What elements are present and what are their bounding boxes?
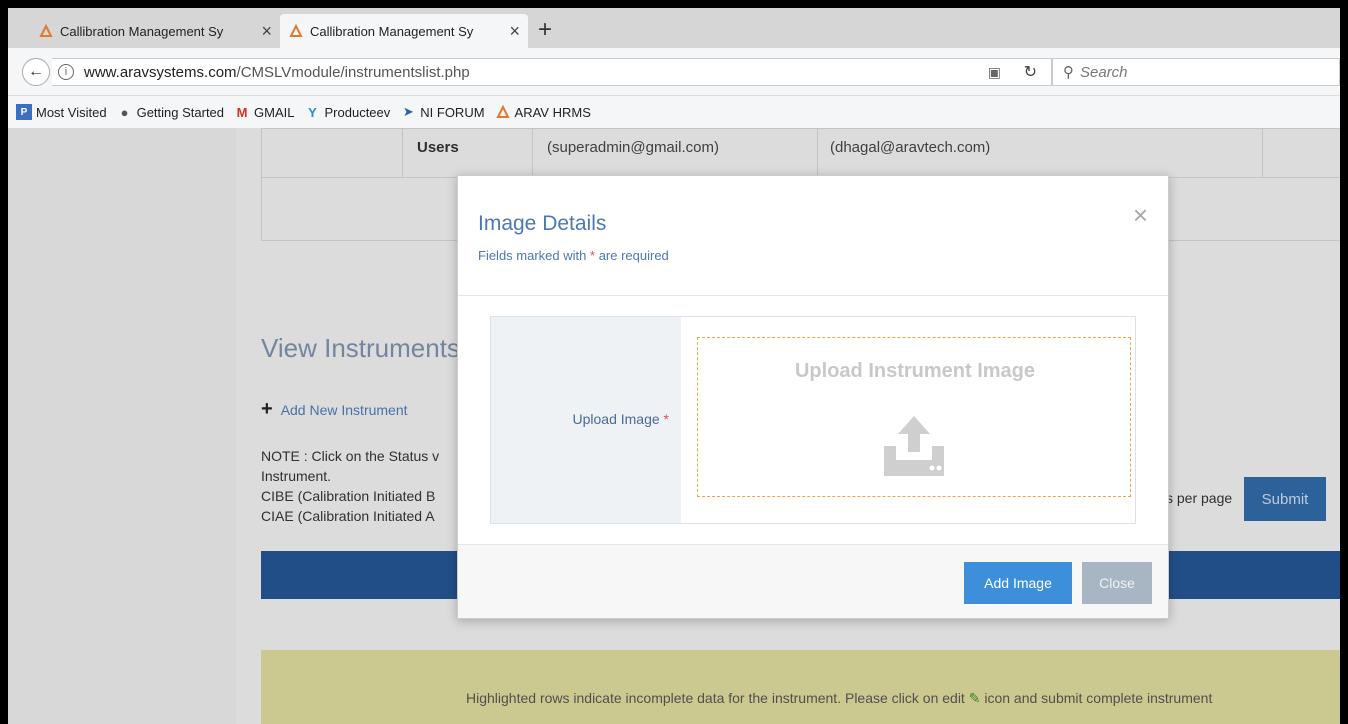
page: Users (superadmin@gmail.com) (dhagal@ara…	[8, 128, 1340, 724]
arav-favicon-icon	[495, 104, 511, 120]
reload-icon[interactable]: ↻	[1024, 62, 1037, 82]
back-arrow-icon[interactable]: ←	[22, 58, 50, 86]
image-dropzone[interactable]: Upload Instrument Image	[697, 337, 1131, 497]
url-host: www.aravsystems.com	[84, 63, 237, 81]
bookmark-label: GMAIL	[254, 104, 295, 120]
gmail-icon: M	[236, 104, 248, 120]
search-icon: ⚲	[1063, 64, 1074, 81]
tab-close-icon[interactable]: ×	[509, 21, 520, 42]
bookmark-label: Producteev	[324, 104, 391, 120]
url-bar[interactable]: i www.aravsystems.com /CMSLVmodule/instr…	[52, 58, 1052, 86]
producteev-icon: Y	[308, 104, 317, 120]
tab-bar: Callibration Management Sy × Callibratio…	[8, 8, 1340, 48]
most-visited-icon: P	[16, 104, 32, 120]
bookmarks-toolbar: P Most Visited ● Getting Started M GMAIL…	[8, 96, 1340, 128]
add-image-button[interactable]: Add Image	[964, 562, 1072, 604]
bookmark-producteev[interactable]: Y Producteev	[305, 104, 391, 120]
required-marker: *	[590, 248, 596, 263]
dropzone-title: Upload Instrument Image	[794, 360, 1036, 382]
upload-label-cell: Upload Image *	[491, 317, 681, 523]
bookmark-ni-forum[interactable]: ➤ NI FORUM	[400, 104, 485, 120]
tab-title: Callibration Management Sy	[310, 23, 474, 39]
search-input[interactable]: ⚲ Search	[1052, 58, 1340, 86]
tab-close-icon[interactable]: ×	[261, 21, 272, 42]
tab-inactive[interactable]: Callibration Management Sy ×	[30, 14, 280, 48]
subtitle-text: are required	[598, 248, 669, 263]
arav-favicon-icon	[38, 23, 54, 39]
bookmark-gmail[interactable]: M GMAIL	[234, 104, 295, 120]
modal-subtitle: Fields marked with * are required	[478, 248, 669, 263]
close-icon[interactable]: ×	[1133, 200, 1148, 231]
reader-view-icon[interactable]: ▣	[988, 64, 1001, 81]
modal-footer: Add Image Close	[458, 544, 1168, 618]
close-button[interactable]: Close	[1082, 562, 1152, 604]
new-tab-icon[interactable]: +	[538, 16, 552, 44]
url-path: /CMSLVmodule/instrumentslist.php	[236, 63, 470, 81]
upload-label-text: Upload Image	[572, 411, 660, 427]
arav-favicon-icon	[288, 23, 304, 39]
required-marker: *	[663, 411, 669, 427]
modal-title: Image Details	[478, 212, 607, 235]
browser-window: Callibration Management Sy × Callibratio…	[8, 8, 1340, 724]
ni-forum-icon: ➤	[402, 104, 414, 119]
bookmark-label: ARAV HRMS	[514, 104, 591, 120]
bookmark-label: Getting Started	[136, 104, 225, 120]
subtitle-text: Fields marked with	[478, 248, 587, 263]
info-icon[interactable]: i	[58, 64, 74, 80]
globe-icon: ●	[120, 104, 129, 120]
upload-image-label: Upload Image *	[572, 411, 669, 427]
bookmark-getting-started[interactable]: ● Getting Started	[117, 104, 224, 120]
upload-icon	[884, 416, 944, 476]
navigation-bar: ← i www.aravsystems.com /CMSLVmodule/ins…	[8, 48, 1340, 96]
tab-active[interactable]: Callibration Management Sy ×	[280, 14, 528, 48]
modal-header: Image Details Fields marked with * are r…	[458, 176, 1168, 296]
bookmark-most-visited[interactable]: P Most Visited	[16, 104, 107, 120]
search-placeholder: Search	[1080, 63, 1128, 81]
bookmark-label: NI FORUM	[420, 104, 485, 120]
tab-title: Callibration Management Sy	[60, 23, 224, 39]
bookmark-label: Most Visited	[36, 104, 107, 120]
image-details-modal: Image Details Fields marked with * are r…	[457, 175, 1169, 619]
bookmark-arav-hrms[interactable]: ARAV HRMS	[495, 104, 591, 120]
upload-image-row: Upload Image * Upload Instrument Image	[490, 316, 1136, 524]
